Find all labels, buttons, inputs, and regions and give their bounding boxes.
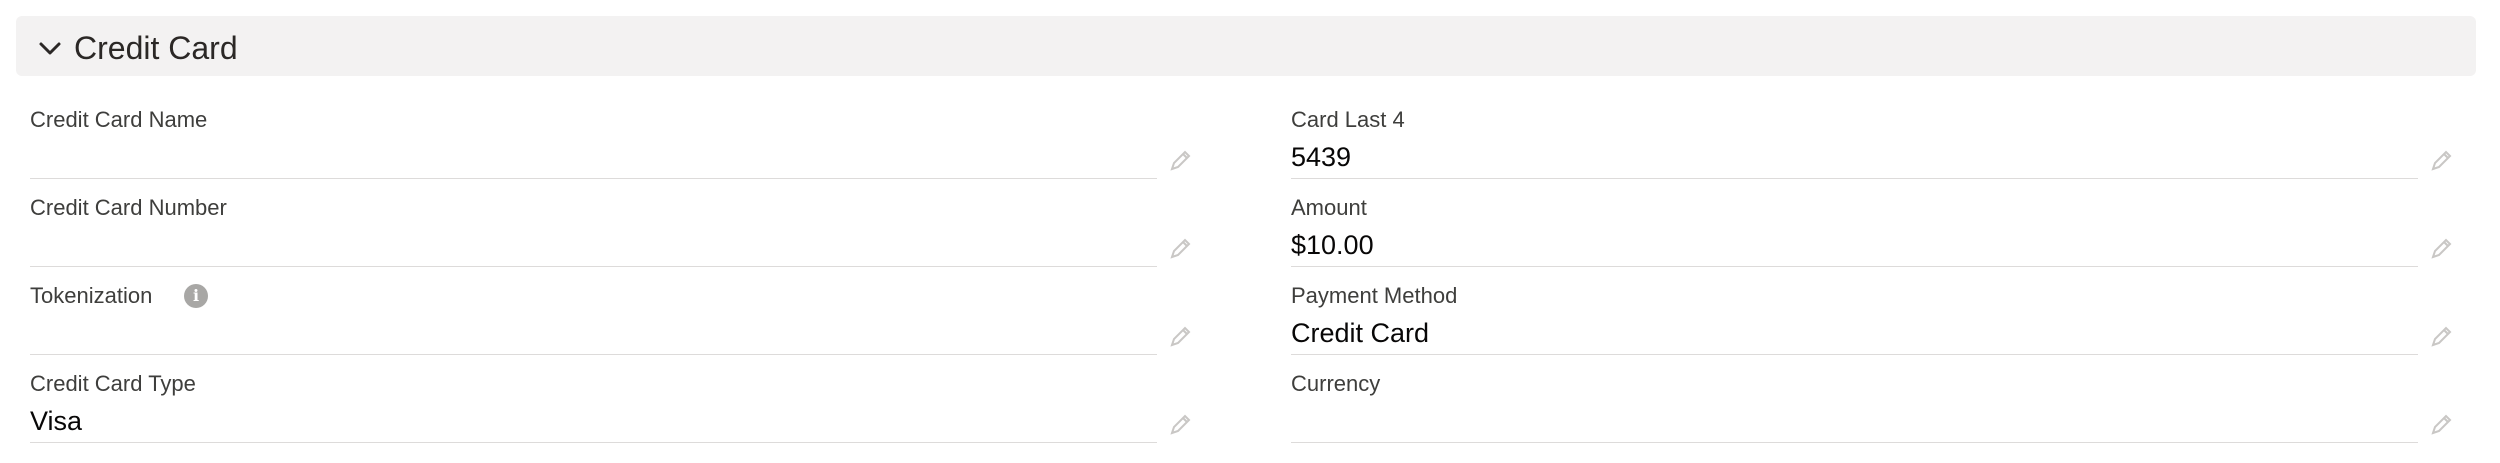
- section-header-credit-card[interactable]: Credit Card: [16, 16, 2476, 76]
- field-credit-card-number: Credit Card Number: [30, 194, 1220, 282]
- field-divider: [1291, 354, 2418, 355]
- section-title: Credit Card: [74, 30, 238, 66]
- pencil-icon[interactable]: [2428, 412, 2454, 438]
- field-label: Amount: [1291, 195, 1367, 220]
- field-currency: Currency: [1291, 370, 2481, 458]
- pencil-icon[interactable]: [1167, 412, 1193, 438]
- field-credit-card-name: Credit Card Name: [30, 106, 1220, 194]
- field-tokenization: Tokenization i: [30, 282, 1220, 370]
- field-divider: [1291, 178, 2418, 179]
- pencil-icon[interactable]: [2428, 324, 2454, 350]
- field-value: Visa: [30, 406, 83, 436]
- field-label: Tokenization: [30, 283, 153, 308]
- field-label: Credit Card Type: [30, 371, 196, 396]
- field-value: Credit Card: [1291, 318, 1430, 348]
- pencil-icon[interactable]: [1167, 324, 1193, 350]
- field-value: $10.00: [1291, 230, 1374, 260]
- field-divider: [1291, 266, 2418, 267]
- field-divider: [1291, 442, 2418, 443]
- field-card-last-4: Card Last 4 5439: [1291, 106, 2481, 194]
- info-icon[interactable]: i: [184, 284, 208, 308]
- field-label: Credit Card Number: [30, 195, 227, 220]
- field-divider: [30, 266, 1157, 267]
- field-credit-card-type: Credit Card Type Visa: [30, 370, 1220, 458]
- field-divider: [30, 178, 1157, 179]
- field-divider: [30, 442, 1157, 443]
- chevron-down-icon[interactable]: [36, 34, 64, 62]
- field-label: Currency: [1291, 371, 1381, 396]
- field-label: Payment Method: [1291, 283, 1458, 308]
- field-label: Card Last 4: [1291, 107, 1405, 132]
- field-divider: [30, 354, 1157, 355]
- field-payment-method: Payment Method Credit Card: [1291, 282, 2481, 370]
- pencil-icon[interactable]: [1167, 148, 1193, 174]
- pencil-icon[interactable]: [2428, 148, 2454, 174]
- field-amount: Amount $10.00: [1291, 194, 2481, 282]
- pencil-icon[interactable]: [1167, 236, 1193, 262]
- field-label: Credit Card Name: [30, 107, 208, 132]
- field-value: 5439: [1291, 142, 1352, 172]
- pencil-icon[interactable]: [2428, 236, 2454, 262]
